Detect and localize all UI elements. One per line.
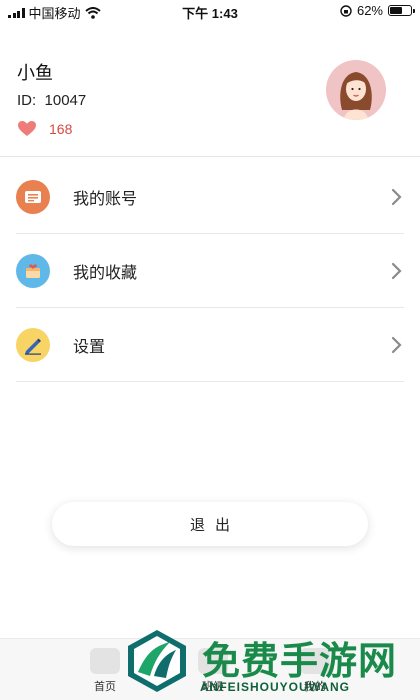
account-icon xyxy=(16,179,50,214)
heart-icon xyxy=(18,121,36,136)
watermark-logo-icon xyxy=(128,630,186,692)
battery-percent: 62% xyxy=(356,3,383,18)
watermark-subtitle: ANFEISHOUYOUWANG xyxy=(200,680,351,694)
watermark-title: 免费手游网 xyxy=(202,641,398,683)
settings-pencil-icon xyxy=(16,327,50,362)
menu-label-favorites: 我的收藏 xyxy=(73,264,138,282)
chevron-right-icon xyxy=(391,336,402,353)
user-id-label: ID: xyxy=(17,92,37,109)
profile-header: 小鱼 ID: 10047 168 xyxy=(0,22,420,157)
menu-item-favorites[interactable]: 我的收藏 xyxy=(16,234,404,308)
watermark: 免费手游网 ANFEISHOUYOUWANG xyxy=(124,626,420,700)
user-id-value: 10047 xyxy=(44,92,87,109)
chevron-right-icon xyxy=(391,188,402,205)
likes: 168 xyxy=(17,120,72,137)
menu-label-account: 我的账号 xyxy=(73,190,138,208)
tab-label-home: 首页 xyxy=(94,681,116,693)
settings-menu: 我的账号 我的收藏 设置 xyxy=(16,160,404,382)
status-right: 62% xyxy=(340,3,415,18)
avatar-illustration xyxy=(326,60,386,120)
likes-count: 168 xyxy=(49,120,73,137)
orientation-lock-icon xyxy=(340,4,352,17)
chevron-right-icon xyxy=(391,262,402,279)
status-bar: 中国移动 下午 1:43 62% xyxy=(0,0,420,22)
avatar[interactable] xyxy=(326,60,386,120)
favorites-icon xyxy=(16,253,50,288)
username: 小鱼 xyxy=(17,63,53,83)
user-id: ID: 10047 xyxy=(17,92,86,109)
home-icon xyxy=(90,648,120,674)
battery-icon xyxy=(388,5,415,16)
menu-item-settings[interactable]: 设置 xyxy=(16,308,404,382)
menu-label-settings: 设置 xyxy=(73,338,106,356)
menu-item-account[interactable]: 我的账号 xyxy=(16,160,404,234)
logout-button[interactable]: 退出 xyxy=(52,502,368,546)
